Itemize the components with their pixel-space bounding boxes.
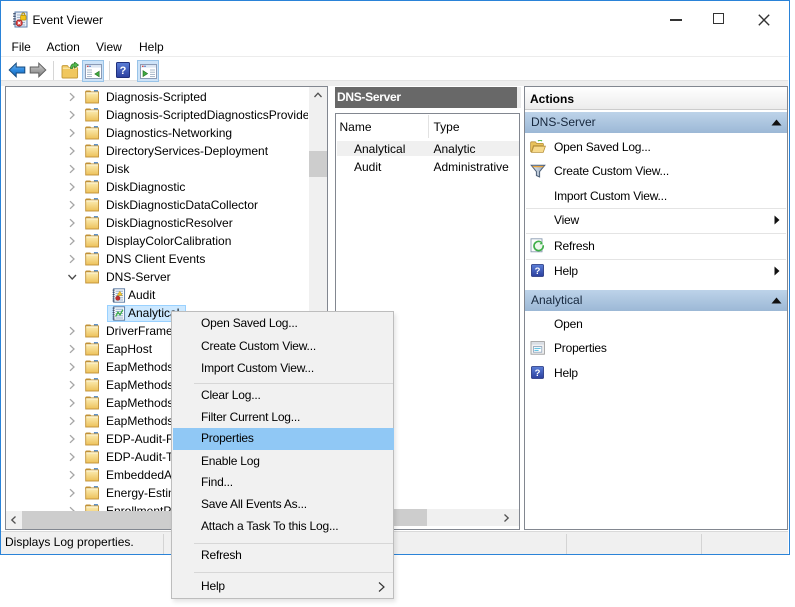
svg-text:?: ? [120,65,127,77]
svg-text:?: ? [535,266,541,277]
svg-text:?: ? [535,368,541,379]
